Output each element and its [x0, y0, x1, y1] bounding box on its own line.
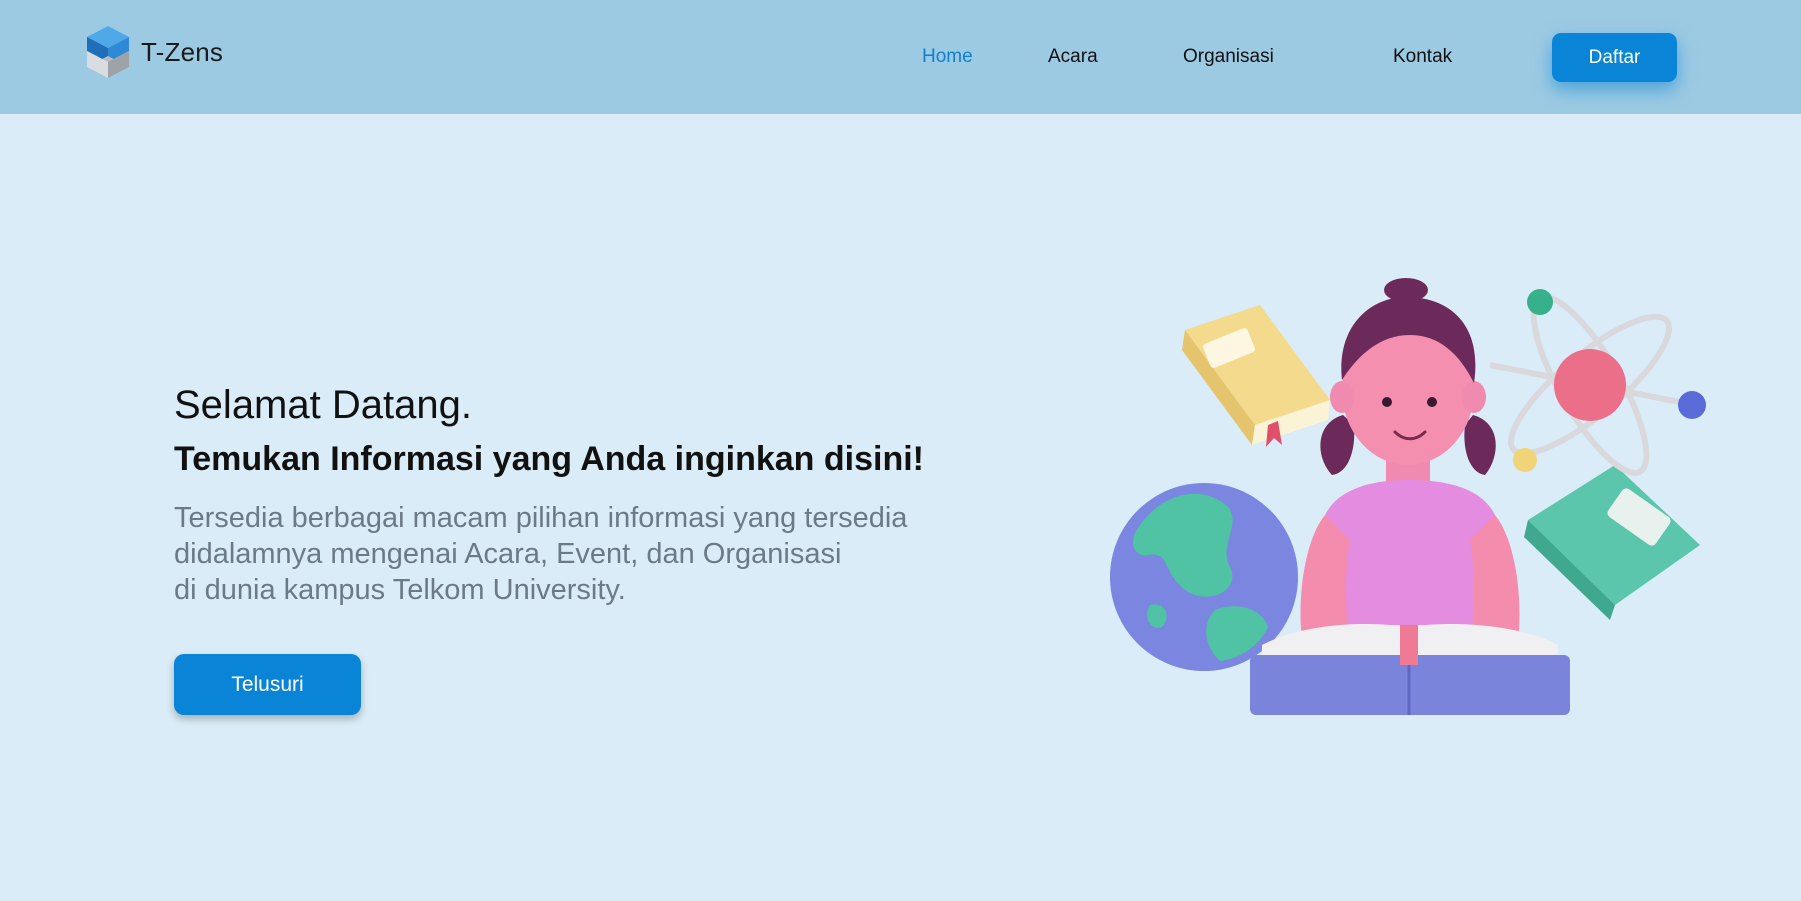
green-book-icon — [1524, 465, 1700, 620]
hero-description-line: didalamnya mengenai Acara, Event, dan Or… — [174, 538, 842, 570]
yellow-book-icon — [1182, 305, 1330, 447]
hero-headline: Temukan Informasi yang Anda inginkan dis… — [174, 440, 924, 478]
hero-illustration — [1110, 278, 1706, 715]
nav-home[interactable]: Home — [922, 46, 973, 68]
open-book-icon — [1250, 624, 1570, 715]
top-navbar: T-Zens Home Acara Organisasi Kontak Daft… — [0, 0, 1801, 114]
hero-description-line: Tersedia berbagai macam pilihan informas… — [174, 502, 908, 534]
hero-description: Tersedia berbagai macam pilihan informas… — [174, 500, 1034, 608]
nav-organisasi[interactable]: Organisasi — [1183, 46, 1274, 68]
nav-kontak[interactable]: Kontak — [1393, 46, 1452, 68]
nav-acara[interactable]: Acara — [1048, 46, 1098, 68]
hero-description-line: di dunia kampus Telkom University. — [174, 574, 626, 606]
telusuri-button[interactable]: Telusuri — [174, 654, 361, 715]
page: T-Zens Home Acara Organisasi Kontak Daft… — [0, 0, 1801, 901]
brand-name: T-Zens — [141, 36, 224, 67]
daftar-button[interactable]: Daftar — [1552, 33, 1677, 82]
hero-greeting: Selamat Datang. — [174, 383, 472, 427]
brand[interactable]: T-Zens — [87, 26, 223, 78]
cube-logo-icon — [87, 26, 129, 78]
